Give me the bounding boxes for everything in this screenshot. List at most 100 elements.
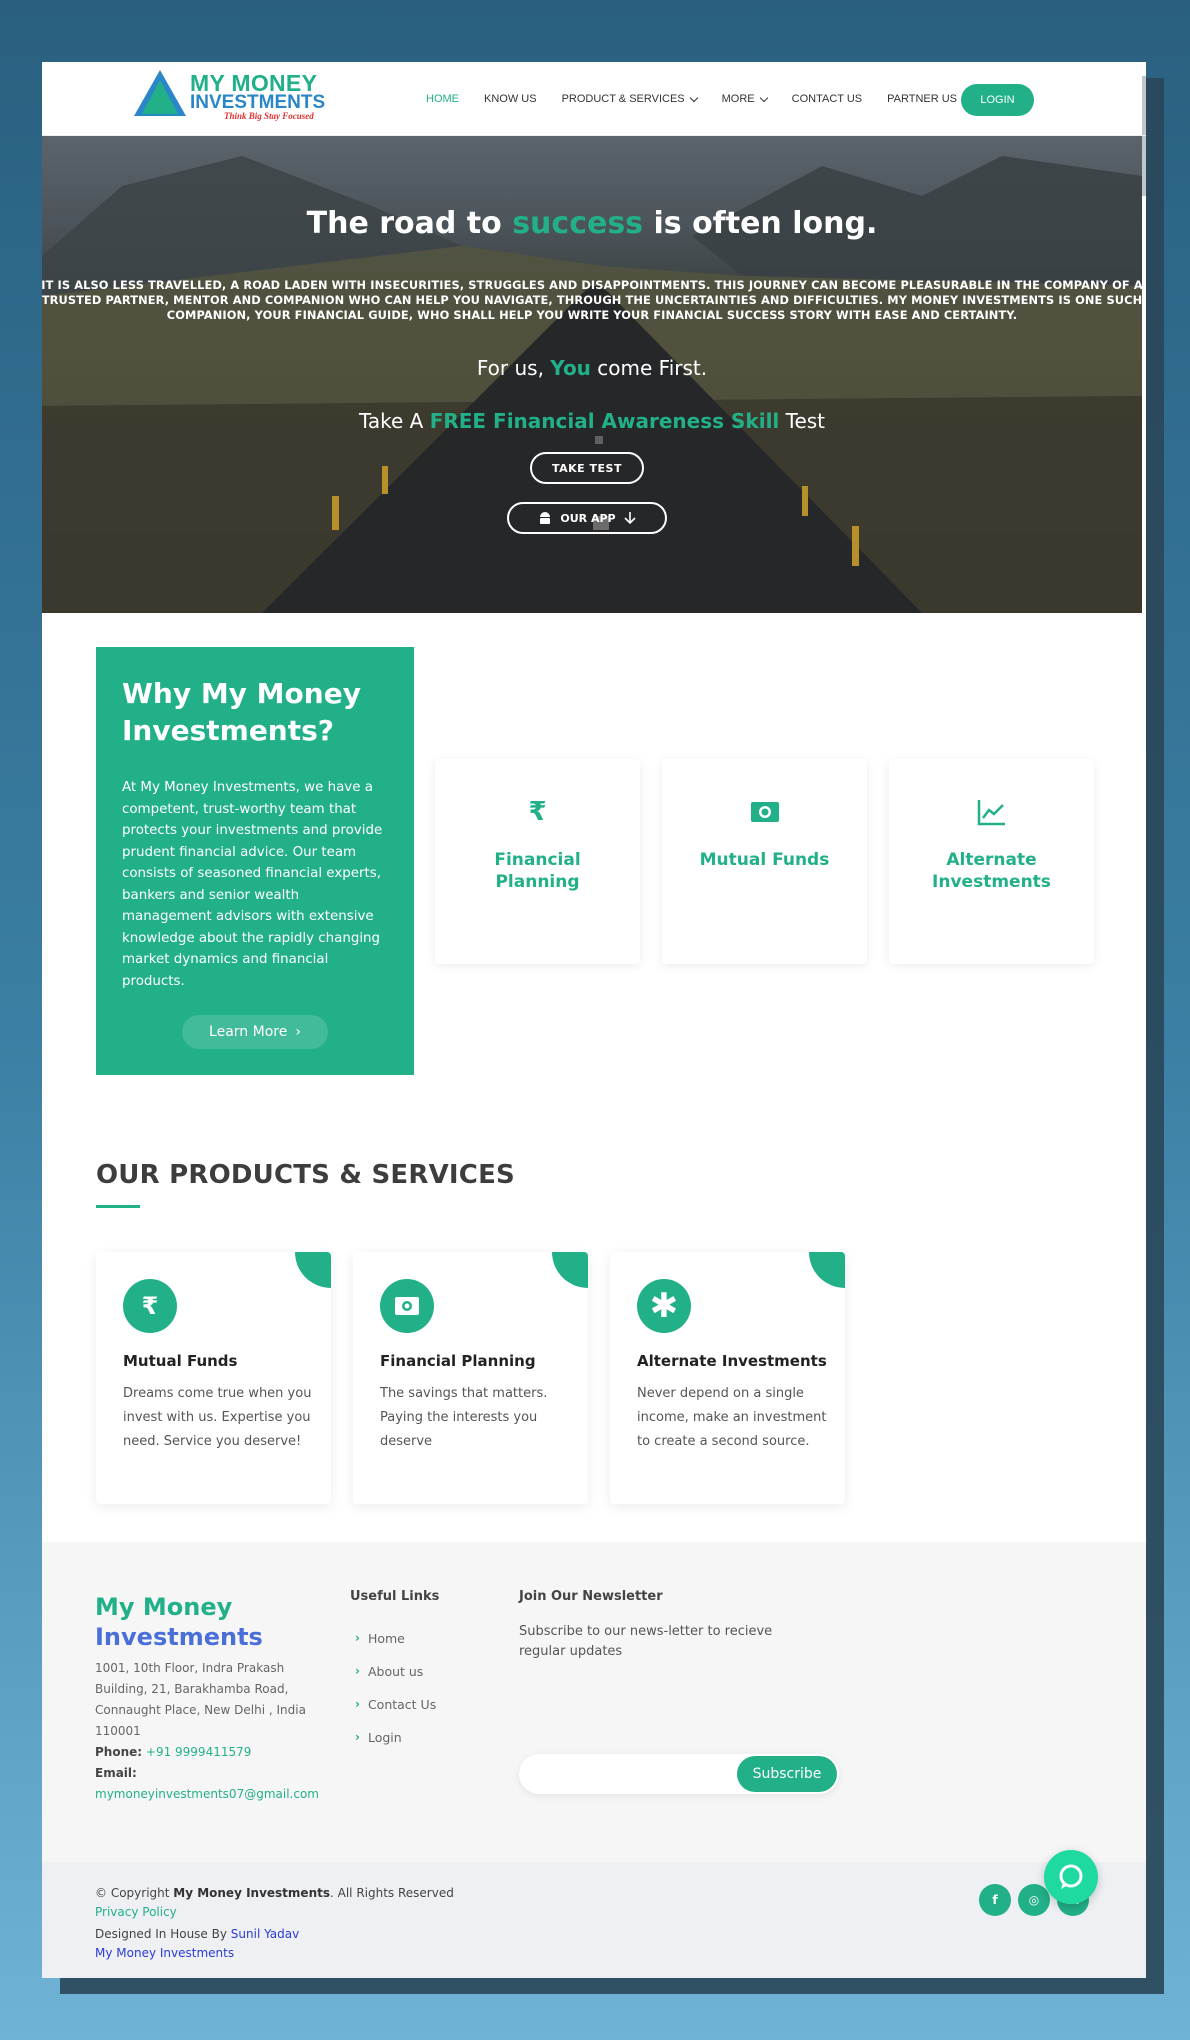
hero-banner: The road to success is often long. IT IS… [42, 136, 1142, 613]
footer-address: 1001, 10th Floor, Indra Prakash Building… [95, 1661, 306, 1738]
why-title: Why My Money Investments? [122, 677, 361, 747]
feature-label: Financial Planning [494, 850, 581, 892]
footer-link-label: Contact Us [367, 1697, 437, 1712]
main-nav: HOME KNOW US PRODUCT & SERVICES MORE CON… [426, 62, 982, 136]
designed-by-text: Designed In House By [95, 1927, 231, 1941]
hero-title-post: is often long. [643, 206, 878, 241]
login-button[interactable]: LOGIN [961, 84, 1034, 116]
rupee-icon: ₹ [123, 1279, 177, 1333]
our-app-button[interactable]: OUR APP [507, 502, 667, 534]
chevron-right-icon: › [355, 1697, 360, 1711]
copyright-block: © Copyright My Money Investments. All Ri… [95, 1884, 454, 1963]
product-card-alternate-investments[interactable]: ✱ Alternate Investments Never depend on … [610, 1252, 845, 1504]
product-card-mutual-funds[interactable]: ₹ Mutual Funds Dreams come true when you… [96, 1252, 331, 1504]
nav-know-us[interactable]: KNOW US [484, 93, 537, 105]
card-corner-decoration [552, 1252, 588, 1288]
feature-card-financial-planning[interactable]: ₹ Financial Planning [435, 759, 640, 964]
nav-home[interactable]: HOME [426, 93, 459, 105]
product-title: Mutual Funds [123, 1352, 238, 1370]
hero-title-highlight: success [512, 206, 644, 241]
chat-widget-button[interactable] [1044, 1850, 1098, 1904]
chevron-right-icon: › [355, 1730, 360, 1744]
footer-link-login[interactable]: › Login [355, 1721, 436, 1754]
money-bill-icon [662, 795, 867, 829]
facebook-icon[interactable]: f [979, 1884, 1011, 1916]
hero-title-pre: The road to [306, 206, 513, 241]
useful-links-list: › Home › About us › Contact Us › Login [355, 1622, 436, 1754]
logo-tagline: Think Big Stay Focused [224, 111, 314, 121]
site-link[interactable]: My Money Investments [95, 1944, 454, 1963]
site-footer: My Money Investments 1001, 10th Floor, I… [42, 1542, 1146, 1862]
chat-bubble-icon [1059, 1864, 1083, 1889]
footer-brand-line1: My Money [95, 1593, 233, 1621]
nav-more[interactable]: MORE [722, 93, 768, 105]
rupee-icon: ₹ [528, 797, 547, 827]
copyright-post: . All Rights Reserved [330, 1886, 454, 1900]
learn-more-button[interactable]: Learn More › [182, 1015, 328, 1049]
hero-test-pre: Take A [358, 409, 430, 433]
product-card-financial-planning[interactable]: Financial Planning The savings that matt… [353, 1252, 588, 1504]
logo[interactable]: MY MONEY INVESTMENTS Think Big Stay Focu… [132, 64, 332, 124]
newsletter-title: Join Our Newsletter [519, 1589, 663, 1604]
hero-description: IT IS ALSO LESS TRAVELLED, A ROAD LADEN … [42, 278, 1142, 322]
newsletter-text: Subscribe to our news-letter to recieve … [519, 1624, 773, 1659]
footer-brand: My Money Investments [95, 1592, 263, 1652]
chevron-down-icon [759, 93, 768, 102]
nav-partner-us[interactable]: PARTNER US [887, 93, 957, 105]
phone-label: Phone: [95, 1745, 143, 1759]
feature-card-mutual-funds[interactable]: Mutual Funds [662, 759, 867, 964]
why-section: Why My Money Investments? At My Money In… [96, 647, 414, 1075]
footer-link-contact[interactable]: › Contact Us [355, 1688, 436, 1721]
hero-first-highlight: You [550, 356, 591, 380]
why-text: At My Money Investments, we have a compe… [122, 780, 383, 989]
email-link[interactable]: mymoneyinvestments07@gmail.com [95, 1784, 325, 1805]
phone-link[interactable]: +91 9999411579 [146, 1745, 252, 1759]
footer-link-label: Home [367, 1631, 405, 1646]
hero-first-pre: For us, [476, 356, 551, 380]
footer-link-home[interactable]: › Home [355, 1622, 436, 1655]
chevron-right-icon: › [355, 1664, 360, 1678]
subscribe-button[interactable]: Subscribe [737, 1756, 837, 1792]
privacy-policy-link[interactable]: Privacy Policy [95, 1903, 454, 1922]
asterisk-icon: ✱ [637, 1279, 691, 1333]
nav-products-services[interactable]: PRODUCT & SERVICES [561, 93, 698, 105]
our-app-label: OUR APP [560, 511, 616, 525]
product-desc: Never depend on a single income, make an… [637, 1386, 827, 1449]
hero-test-line: Take A FREE Financial Awareness Skill Te… [42, 409, 1142, 433]
card-corner-decoration [295, 1252, 331, 1288]
feature-card-alternate-investments[interactable]: Alternate Investments [889, 759, 1094, 964]
footer-contact: 1001, 10th Floor, Indra Prakash Building… [95, 1658, 325, 1805]
site-header: MY MONEY INVESTMENTS Think Big Stay Focu… [42, 62, 1146, 136]
logo-triangle-icon [134, 70, 186, 116]
product-desc: The savings that matters. Paying the int… [380, 1386, 548, 1449]
product-desc: Dreams come true when you invest with us… [123, 1386, 312, 1449]
useful-links-title: Useful Links [350, 1589, 440, 1604]
learn-more-label: Learn More [209, 1024, 288, 1040]
footer-bottom-bar: © Copyright My Money Investments. All Ri… [42, 1862, 1146, 1978]
nav-contact-label: CONTACT US [791, 93, 863, 105]
feature-label: Mutual Funds [699, 850, 830, 870]
footer-link-about[interactable]: › About us [355, 1655, 436, 1688]
chevron-right-icon: › [355, 1631, 360, 1645]
nav-partner-label: PARTNER US [887, 93, 958, 105]
product-title: Alternate Investments [637, 1352, 827, 1370]
footer-brand-line2: Investments [95, 1623, 263, 1651]
copyright-pre: © Copyright [95, 1886, 174, 1900]
nav-contact-us[interactable]: CONTACT US [792, 93, 863, 105]
hero-first-line: For us, You come First. [42, 356, 1142, 380]
designer-link[interactable]: Sunil Yadav [231, 1927, 299, 1941]
chevron-down-icon [689, 93, 698, 102]
email-label: Email: [95, 1766, 137, 1780]
instagram-icon[interactable]: ◎ [1018, 1884, 1050, 1916]
browser-page: MY MONEY INVESTMENTS Think Big Stay Focu… [42, 62, 1146, 1978]
title-underline [96, 1205, 140, 1208]
chevron-right-icon: › [295, 1024, 301, 1040]
hero-test-post: Test [779, 409, 826, 433]
nav-products-label: PRODUCT & SERVICES [561, 93, 685, 105]
take-test-button[interactable]: TAKE TEST [530, 452, 644, 484]
copyright-brand: My Money Investments [173, 1886, 330, 1900]
money-bill-icon [380, 1279, 434, 1333]
nav-home-label: HOME [426, 93, 459, 105]
hero-title: The road to success is often long. [42, 206, 1142, 241]
hero-test-highlight: FREE Financial Awareness Skill [429, 409, 780, 433]
